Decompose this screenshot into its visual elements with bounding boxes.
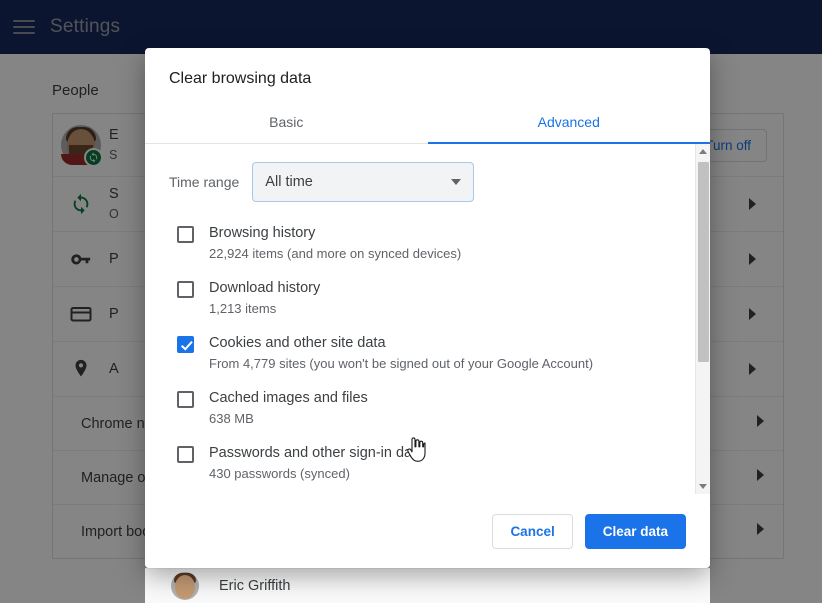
list-item-subtitle: 638 MB	[209, 409, 676, 428]
list-item-title: Passwords and other sign-in data	[209, 443, 676, 463]
avatar	[171, 572, 199, 600]
list-item-title: Cached images and files	[209, 388, 676, 408]
tab-advanced[interactable]: Advanced	[428, 102, 711, 143]
clear-data-button[interactable]: Clear data	[585, 514, 686, 549]
profile-name: Eric Griffith	[219, 578, 290, 594]
list-item-browsing-history[interactable]: Browsing history 22,924 items (and more …	[169, 216, 676, 271]
clear-browsing-data-dialog: Clear browsing data Basic Advanced Time …	[145, 48, 710, 568]
list-item-subtitle: 430 passwords (synced)	[209, 464, 676, 483]
checkbox-browsing-history[interactable]	[177, 226, 194, 243]
list-item-text: Cookies and other site data From 4,779 s…	[209, 333, 676, 373]
chevron-down-icon	[451, 179, 461, 185]
list-item-passwords[interactable]: Passwords and other sign-in data 430 pas…	[169, 436, 676, 491]
cancel-button[interactable]: Cancel	[492, 514, 572, 549]
checkbox-wrap[interactable]	[169, 443, 209, 463]
tab-basic[interactable]: Basic	[145, 102, 428, 143]
data-type-list: Browsing history 22,924 items (and more …	[169, 216, 686, 494]
list-item-text: Browsing history 22,924 items (and more …	[209, 223, 676, 263]
screen: Settings People	[0, 0, 822, 603]
list-item-cookies[interactable]: Cookies and other site data From 4,779 s…	[169, 326, 676, 381]
checkbox-download-history[interactable]	[177, 281, 194, 298]
time-range-select[interactable]: All time	[252, 162, 474, 202]
dialog-scroll-content: Time range All time Browsing history 22,	[145, 144, 710, 494]
list-item-cached-images[interactable]: Cached images and files 638 MB	[169, 381, 676, 436]
time-range-value: All time	[265, 174, 313, 190]
checkbox-wrap[interactable]	[169, 388, 209, 408]
list-item-title: Download history	[209, 278, 676, 298]
checkbox-passwords[interactable]	[177, 446, 194, 463]
list-item-text: Cached images and files 638 MB	[209, 388, 676, 428]
checkbox-cookies[interactable]	[177, 336, 194, 353]
scrollbar-thumb[interactable]	[698, 162, 709, 362]
checkbox-wrap[interactable]	[169, 223, 209, 243]
checkbox-wrap[interactable]	[169, 278, 209, 298]
list-item-text: Download history 1,213 items	[209, 278, 676, 318]
dialog-tabs: Basic Advanced	[145, 102, 710, 144]
list-item-download-history[interactable]: Download history 1,213 items	[169, 271, 676, 326]
dialog-actions: Cancel Clear data	[145, 494, 710, 568]
time-range-label: Time range	[169, 174, 239, 190]
dialog-scroll-area: Time range All time Browsing history 22,	[145, 144, 710, 494]
list-item-title: Cookies and other site data	[209, 333, 676, 353]
list-item-subtitle: 22,924 items (and more on synced devices…	[209, 244, 676, 263]
dialog-title: Clear browsing data	[145, 48, 710, 88]
checkbox-cached-images[interactable]	[177, 391, 194, 408]
list-item-title: Browsing history	[209, 223, 676, 243]
dialog-scrollbar[interactable]	[695, 144, 710, 494]
list-item-text: Passwords and other sign-in data 430 pas…	[209, 443, 676, 483]
bottom-profile-strip: Eric Griffith	[145, 568, 710, 603]
scroll-down-arrow-icon[interactable]	[696, 479, 710, 494]
checkbox-wrap[interactable]	[169, 333, 209, 353]
list-item-subtitle: 1,213 items	[209, 299, 676, 318]
time-range-field: Time range All time	[169, 162, 686, 202]
scroll-up-arrow-icon[interactable]	[696, 144, 710, 159]
list-item-subtitle: From 4,779 sites (you won't be signed ou…	[209, 354, 676, 373]
list-item-autofill[interactable]: Autofill form data	[169, 491, 676, 494]
